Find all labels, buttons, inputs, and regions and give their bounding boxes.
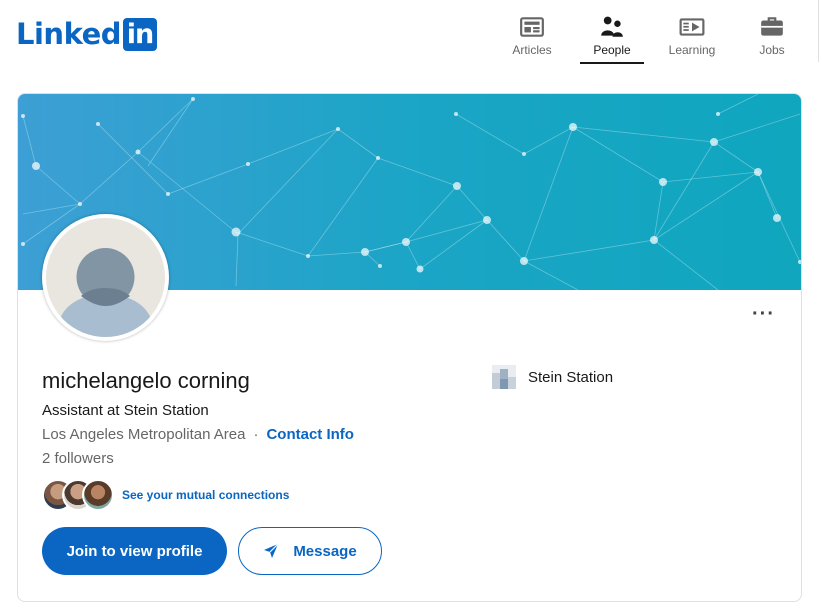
more-options-icon[interactable]: ···: [752, 304, 775, 324]
profile-name: michelangelo corning: [42, 368, 250, 393]
profile-location: Los Angeles Metropolitan Area: [42, 426, 246, 443]
profile-card: ··· michelangelo corning Assistant at St…: [17, 93, 802, 602]
followers-count: 2 followers: [42, 450, 114, 467]
nav-jobs[interactable]: Jobs: [740, 10, 804, 62]
join-to-view-profile-button[interactable]: Join to view profile: [42, 527, 227, 575]
avatar-frame: [42, 214, 169, 341]
nav-learning-label: Learning: [668, 43, 716, 57]
main-nav: Articles People Learning Jobs: [500, 10, 820, 64]
linkedin-logo[interactable]: Linked in: [16, 17, 157, 51]
message-button-label: Message: [293, 542, 357, 560]
articles-icon: [520, 17, 544, 37]
location-row: Los Angeles Metropolitan Area · Contact …: [42, 426, 354, 443]
nav-people-label: People: [593, 43, 631, 57]
nav-jobs-label: Jobs: [759, 43, 785, 57]
mutual-connections-link[interactable]: See your mutual connections: [122, 488, 289, 502]
nav-articles-label: Articles: [512, 43, 552, 57]
logo-wordmark: Linked: [16, 17, 122, 51]
people-icon: [601, 16, 623, 37]
mutual-connections[interactable]: See your mutual connections: [42, 479, 289, 511]
nav-articles[interactable]: Articles: [500, 10, 564, 62]
nav-people[interactable]: People: [580, 10, 644, 64]
message-button[interactable]: Message: [238, 527, 382, 575]
jobs-icon: [761, 17, 783, 36]
default-person-icon: [59, 248, 152, 337]
separator-dot: ·: [253, 426, 259, 443]
profile-headline: Assistant at Stein Station: [42, 402, 209, 419]
company-logo: [492, 365, 516, 389]
current-company[interactable]: Stein Station: [492, 365, 613, 389]
company-name: Stein Station: [528, 368, 614, 386]
avatar: [46, 218, 165, 337]
logo-in-mark: in: [123, 17, 157, 51]
top-navigation-bar: Linked in Articles People Learning Jobs: [0, 0, 822, 70]
nav-divider: [818, 0, 819, 62]
mutual-avatars: [42, 479, 120, 511]
mutual-avatar: [82, 479, 114, 511]
contact-info-link[interactable]: Contact Info: [266, 426, 354, 443]
send-icon: [264, 543, 279, 558]
nav-learning[interactable]: Learning: [660, 10, 724, 62]
learning-icon: [679, 18, 705, 36]
